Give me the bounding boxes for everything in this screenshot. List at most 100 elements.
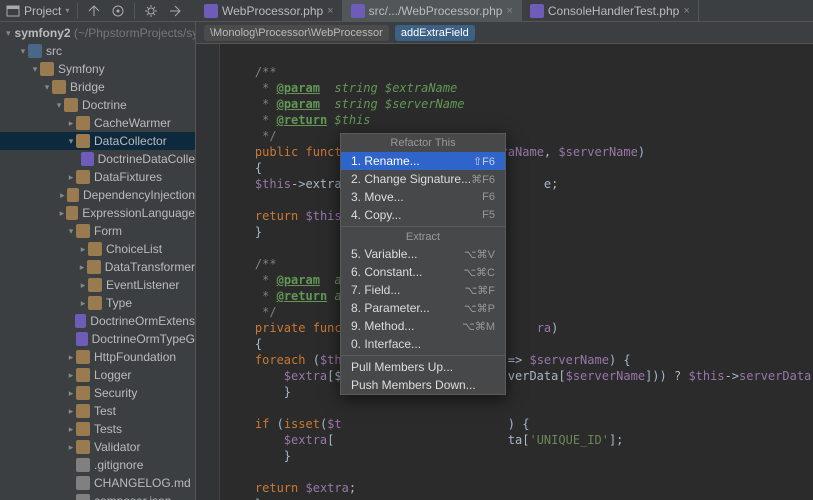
chevron-down-icon: ▾ <box>30 64 40 75</box>
tree-item[interactable]: ▸Type <box>0 294 195 312</box>
folder-icon <box>40 62 54 76</box>
folder-icon <box>76 386 90 400</box>
close-icon[interactable]: × <box>506 5 512 17</box>
popup-item[interactable]: 3. Move... F6 <box>341 188 505 206</box>
file-icon <box>76 476 90 490</box>
tree-item[interactable]: ▾ DataCollector <box>0 132 195 150</box>
tree-item[interactable]: ▸CacheWarmer <box>0 114 195 132</box>
popup-item-shortcut: ⌘F6 <box>471 173 495 186</box>
tree-item[interactable]: ▸Logger <box>0 366 195 384</box>
popup-item[interactable]: 1. Rename...⇧F6 <box>341 152 505 170</box>
tree-item[interactable]: ▾ Symfony <box>0 60 195 78</box>
popup-item-shortcut: F5 <box>482 209 495 221</box>
popup-item[interactable]: 9. Method...⌥⌘M <box>341 317 505 335</box>
php-file-icon <box>204 4 218 18</box>
close-icon[interactable]: × <box>327 5 333 17</box>
tree-item[interactable]: ▸DataTransformer <box>0 258 195 276</box>
tree-label: Type <box>106 296 132 310</box>
tree-item[interactable]: ▾Bridge <box>0 78 195 96</box>
chevron-down-icon: ▾ <box>65 6 69 15</box>
popup-item[interactable]: Pull Members Up... <box>341 358 505 376</box>
tree-item[interactable]: DoctrineOrmTypeG <box>0 330 195 348</box>
popup-item-shortcut: F6 <box>482 191 495 203</box>
breadcrumb-namespace[interactable]: \Monolog\Processor\WebProcessor <box>204 25 389 41</box>
tree-item[interactable]: composer.json <box>0 492 195 500</box>
tree-label: Test <box>94 404 116 418</box>
tree-item[interactable]: ▸Validator <box>0 438 195 456</box>
folder-icon <box>67 188 79 202</box>
php-file-icon <box>76 332 88 346</box>
close-icon[interactable]: × <box>683 5 689 17</box>
project-tree[interactable]: ▾symfony2 (~/PhpstormProjects/symfo▾src▾… <box>0 22 195 500</box>
popup-item[interactable]: 2. Change Signature...⌘F6 <box>341 170 505 188</box>
tree-root[interactable]: ▾symfony2 (~/PhpstormProjects/symfo <box>0 24 195 42</box>
popup-item-label: 2. Change Signature... <box>351 172 471 186</box>
popup-item-label: 3. Move... <box>351 190 404 204</box>
editor-tabs: WebProcessor.php × src/.../WebProcessor.… <box>196 0 813 22</box>
chevron-right-icon: ▸ <box>58 190 67 201</box>
popup-item-label: 6. Constant... <box>351 265 422 279</box>
popup-item[interactable]: 8. Parameter...⌥⌘P <box>341 299 505 317</box>
tree-item[interactable]: DoctrineDataColle <box>0 150 195 168</box>
popup-section-title: Extract <box>341 226 505 245</box>
tree-label: symfony2 (~/PhpstormProjects/symfo <box>15 26 196 40</box>
tab-label: WebProcessor.php <box>222 4 323 18</box>
chevron-down-icon: ▾ <box>66 136 76 147</box>
chevron-down-icon: ▾ <box>54 100 64 111</box>
popup-item[interactable]: Push Members Down... <box>341 376 505 394</box>
tree-item[interactable]: .gitignore <box>0 456 195 474</box>
tree-item[interactable]: ▸EventListener <box>0 276 195 294</box>
tree-item[interactable]: ▸ExpressionLanguage <box>0 204 195 222</box>
tree-item[interactable]: ▾ Doctrine <box>0 96 195 114</box>
tree-label: CHANGELOG.md <box>94 476 191 490</box>
popup-item[interactable]: 7. Field...⌥⌘F <box>341 281 505 299</box>
tree-label: Logger <box>94 368 131 382</box>
tree-item[interactable]: ▾src <box>0 42 195 60</box>
tree-item[interactable]: ▸Tests <box>0 420 195 438</box>
tree-item[interactable]: ▸DataFixtures <box>0 168 195 186</box>
project-tool-label[interactable]: Project ▾ <box>6 4 69 18</box>
editor-tab[interactable]: ConsoleHandlerTest.php × <box>522 0 699 22</box>
tree-label: HttpFoundation <box>94 350 176 364</box>
breadcrumb-method[interactable]: addExtraField <box>395 25 475 41</box>
hide-icon[interactable] <box>167 3 183 19</box>
editor-tab[interactable]: src/.../WebProcessor.php × <box>343 0 522 22</box>
tree-item[interactable]: ▸ChoiceList <box>0 240 195 258</box>
tree-label: Symfony <box>58 62 105 76</box>
tree-label: DoctrineOrmExtens <box>90 314 195 328</box>
tree-label: DataCollector <box>94 134 167 148</box>
tree-label: .gitignore <box>94 458 143 472</box>
chevron-down-icon: ▾ <box>42 82 52 93</box>
tree-label: EventListener <box>106 278 179 292</box>
tree-item[interactable]: CHANGELOG.md <box>0 474 195 492</box>
tree-label: Tests <box>94 422 122 436</box>
folder-icon <box>76 440 90 454</box>
php-file-icon <box>351 4 365 18</box>
tree-item[interactable]: ▸ HttpFoundation <box>0 348 195 366</box>
tree-item[interactable]: ▸DependencyInjection <box>0 186 195 204</box>
tree-item[interactable]: ▾Form <box>0 222 195 240</box>
popup-item[interactable]: 0. Interface... <box>341 335 505 353</box>
editor-tab[interactable]: WebProcessor.php × <box>196 0 343 22</box>
tree-label: Doctrine <box>82 98 127 112</box>
tree-label: DataFixtures <box>94 170 162 184</box>
php-file-icon <box>530 4 544 18</box>
popup-item[interactable]: 5. Variable...⌥⌘V <box>341 245 505 263</box>
tree-item[interactable]: ▸Test <box>0 402 195 420</box>
chevron-right-icon: ▸ <box>66 352 76 363</box>
chevron-right-icon: ▸ <box>66 118 76 129</box>
collapse-icon[interactable] <box>86 3 102 19</box>
chevron-right-icon: ▸ <box>66 442 76 453</box>
gear-icon[interactable] <box>143 3 159 19</box>
popup-item-shortcut: ⌥⌘P <box>464 302 495 315</box>
popup-item[interactable]: 6. Constant...⌥⌘C <box>341 263 505 281</box>
popup-item-shortcut: ⌥⌘M <box>462 320 495 333</box>
popup-item[interactable]: 4. Copy...F5 <box>341 206 505 224</box>
toolbar-separator <box>134 3 135 19</box>
popup-item-shortcut: ⌥⌘F <box>465 284 495 297</box>
tree-item[interactable]: DoctrineOrmExtens <box>0 312 195 330</box>
tree-item[interactable]: ▸Security <box>0 384 195 402</box>
folder-icon <box>88 278 102 292</box>
tree-label: Form <box>94 224 122 238</box>
target-icon[interactable] <box>110 3 126 19</box>
